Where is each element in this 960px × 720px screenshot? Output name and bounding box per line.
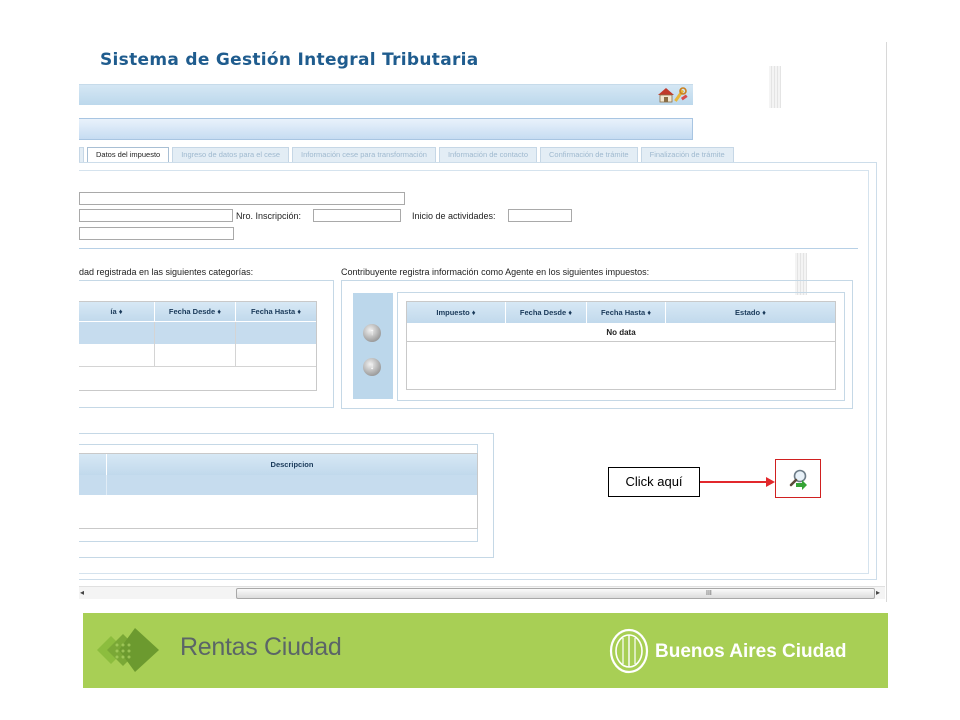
- section-header-bar: [79, 118, 693, 140]
- tab-info-cese-transformacion[interactable]: Información cese para transformación: [292, 147, 436, 162]
- text-field-2[interactable]: [79, 209, 233, 222]
- empty-row-message: No data: [407, 324, 835, 342]
- categories-grid: ía ♦ Fecha Desde ♦ Fecha Hasta ♦: [79, 301, 317, 391]
- nro-inscripcion-field[interactable]: [313, 209, 401, 222]
- agent-grid: Impuesto ♦ Fecha Desde ♦ Fecha Hasta ♦ E…: [406, 301, 836, 390]
- footer-city-name: Buenos Aires Ciudad: [655, 641, 847, 662]
- column-header-estado[interactable]: Estado ♦: [666, 302, 835, 323]
- scroll-left-arrow[interactable]: ◂: [80, 587, 84, 598]
- table-row[interactable]: [79, 322, 316, 344]
- column-header-code[interactable]: [79, 454, 107, 475]
- tab-datos-impuesto[interactable]: Datos del impuesto: [87, 147, 170, 163]
- table-row[interactable]: [79, 344, 316, 367]
- footer-brand-name: Rentas Ciudad: [180, 633, 342, 661]
- toolbar-icons: [656, 86, 690, 104]
- callout-arrow-head: [766, 477, 775, 487]
- column-header-descripcion[interactable]: Descripcion: [107, 454, 477, 475]
- cell-divider: [154, 322, 155, 366]
- rentas-logo-icon: [97, 628, 159, 672]
- categories-grid-header: ía ♦ Fecha Desde ♦ Fecha Hasta ♦: [79, 302, 316, 321]
- tab-partial[interactable]: [79, 147, 84, 162]
- horizontal-scrollbar[interactable]: ◂ III ▸: [79, 586, 885, 599]
- column-header-fecha-desde[interactable]: Fecha Desde ♦: [155, 302, 236, 321]
- callout-arrow-line: [700, 481, 768, 483]
- table-row[interactable]: [79, 475, 477, 495]
- column-header-impuesto[interactable]: Impuesto ♦: [407, 302, 506, 323]
- agent-caption: Contribuyente registra información como …: [341, 267, 650, 277]
- scroll-right-arrow[interactable]: ▸: [876, 587, 880, 598]
- nro-inscripcion-label: Nro. Inscripción:: [236, 211, 302, 221]
- search-icon: [789, 469, 807, 490]
- move-up-button[interactable]: ↑: [363, 324, 381, 342]
- categories-caption: dad registrada en las siguientes categor…: [79, 267, 254, 277]
- text-field-1[interactable]: [79, 192, 405, 205]
- tab-strip: Datos del impuesto Ingreso de datos para…: [79, 147, 737, 163]
- inicio-actividades-label: Inicio de actividades:: [412, 211, 496, 221]
- column-header-categoria[interactable]: ía ♦: [79, 302, 155, 321]
- column-header-fecha-desde[interactable]: Fecha Desde ♦: [506, 302, 587, 323]
- click-here-callout: Click aquí: [608, 467, 700, 497]
- section-divider: [79, 248, 858, 249]
- scrollbar-grip: III: [706, 590, 712, 597]
- inicio-actividades-field[interactable]: [508, 209, 572, 222]
- descripcion-grid: Descripcion: [79, 453, 478, 529]
- cell-divider: [106, 475, 107, 495]
- tab-confirmacion-tramite[interactable]: Confirmación de trámite: [539, 147, 638, 162]
- city-emblem-icon: [609, 628, 649, 674]
- page-edge-line: [886, 42, 887, 602]
- footer-banner: Rentas Ciudad Buenos Aires Ciudad: [83, 613, 888, 688]
- descripcion-grid-header: Descripcion: [79, 454, 477, 475]
- move-down-button[interactable]: ↓: [363, 358, 381, 376]
- cell-divider: [235, 322, 236, 366]
- agent-grid-header: Impuesto ♦ Fecha Desde ♦ Fecha Hasta ♦ E…: [407, 302, 835, 323]
- tab-finalizacion-tramite[interactable]: Finalización de trámite: [640, 147, 734, 162]
- home-icon[interactable]: [658, 88, 674, 103]
- ghost-artifact: [769, 66, 781, 108]
- scrollbar-thumb[interactable]: III: [236, 588, 875, 599]
- column-header-fecha-hasta[interactable]: Fecha Hasta ♦: [587, 302, 666, 323]
- tab-ingreso-datos-cese[interactable]: Ingreso de datos para el cese: [172, 147, 290, 162]
- text-field-3[interactable]: [79, 227, 234, 240]
- tab-info-contacto[interactable]: Información de contacto: [438, 147, 537, 162]
- search-button[interactable]: [775, 459, 821, 498]
- app-title: Sistema de Gestión Integral Tributaria: [100, 50, 479, 70]
- top-toolbar: [79, 84, 693, 105]
- column-header-fecha-hasta[interactable]: Fecha Hasta ♦: [236, 302, 316, 321]
- tools-icon[interactable]: [674, 87, 688, 102]
- reorder-column: ↑ ↓: [353, 293, 393, 399]
